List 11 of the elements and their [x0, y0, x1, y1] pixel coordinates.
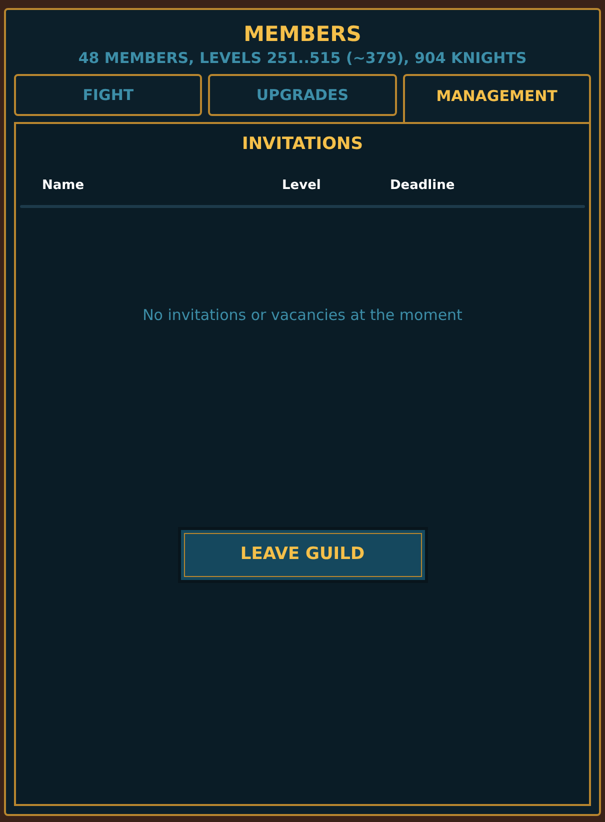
column-header: Name: [42, 176, 86, 194]
empty-message: No invitations or vacancies at the moment: [142, 305, 464, 326]
column-header: Level: [282, 176, 322, 194]
panel-title: MEMBERS: [242, 22, 362, 46]
panel-subtitle: 48 MEMBERS, LEVELS 251..515 (~379), 904 KNIGHTS: [77, 48, 528, 68]
tab[interactable]: MANAGEMENT: [402, 74, 591, 122]
leave-guild-button[interactable]: LEAVE GUILD: [178, 526, 428, 582]
tab[interactable]: FIGHT: [14, 74, 202, 116]
tab[interactable]: UPGRADES: [208, 74, 397, 116]
section-title: INVITATIONS: [241, 133, 364, 156]
column-header: Deadline: [390, 176, 455, 194]
